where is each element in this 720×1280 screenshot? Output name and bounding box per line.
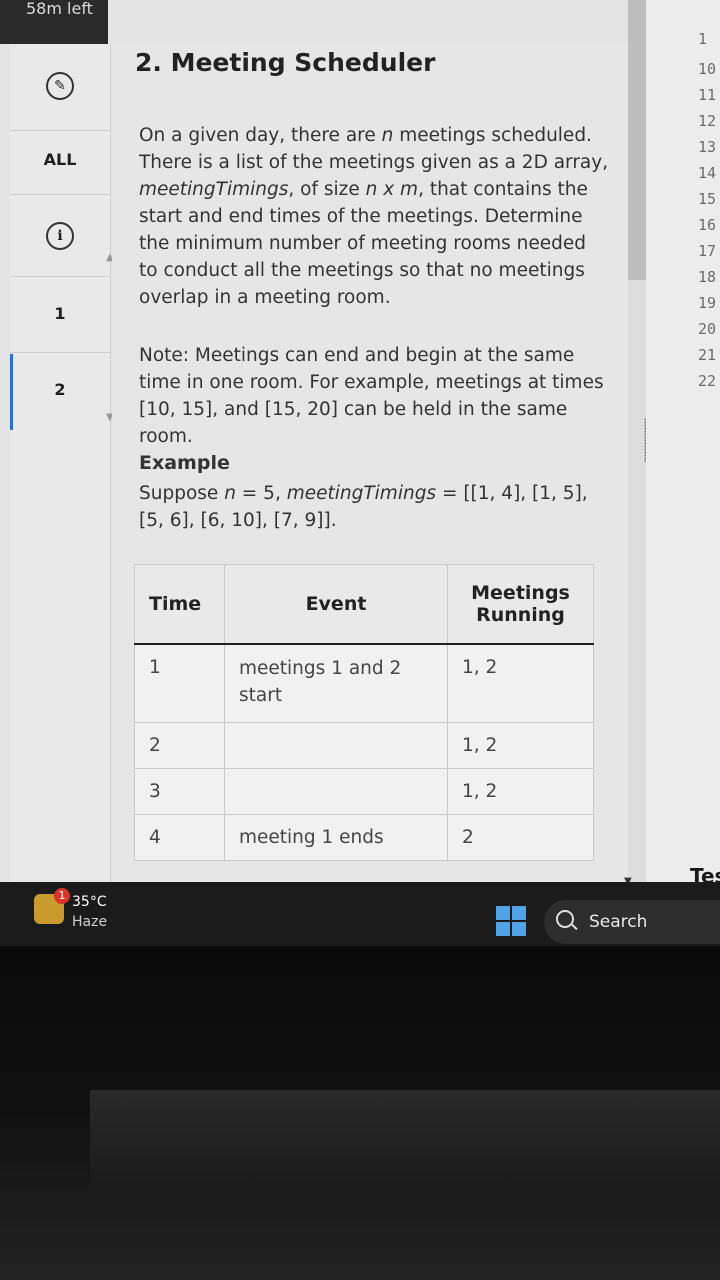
search-label: Search — [589, 912, 648, 932]
problem-description: On a given day, there are n meetings sch… — [139, 125, 609, 308]
timer: 58m left — [0, 0, 108, 44]
line-number: 22 — [698, 372, 717, 390]
line-number: 13 — [698, 138, 717, 156]
line-number: 18 — [698, 268, 717, 286]
test-tab[interactable]: Tes — [690, 864, 720, 882]
line-number: 11 — [698, 86, 717, 104]
column-header-running: Meetings Running — [447, 564, 594, 645]
sidebar-item-1[interactable]: 1 — [10, 304, 110, 323]
question-sidebar: ✎ ALL i ▲ 1 2 ▼ — [10, 44, 114, 882]
weather-condition: Haze — [72, 914, 108, 930]
edit-icon: ✎ — [46, 72, 74, 100]
sidebar-item-all[interactable]: ALL — [10, 150, 110, 169]
search-icon — [556, 910, 574, 928]
info-icon: i — [46, 222, 74, 250]
cell-time: 1 — [134, 643, 225, 723]
divider — [10, 352, 110, 353]
example-title: Example — [139, 452, 230, 474]
line-number: 10 — [698, 60, 717, 78]
problem-panel: 2. Meeting Scheduler On a given day, the… — [112, 44, 628, 882]
table-header-row: Time Event Meetings Running — [134, 564, 594, 645]
keyboard-edge — [90, 1090, 720, 1190]
example-text: Suppose n = 5, meetingTimings = [[1, 4],… — [139, 483, 588, 531]
column-header-time: Time — [134, 564, 225, 645]
windows-start-icon[interactable] — [496, 906, 526, 936]
cell-running: 1, 2 — [447, 767, 594, 815]
temperature: 35°C — [72, 894, 107, 910]
line-number: 15 — [698, 190, 717, 208]
scrollbar-thumb[interactable] — [628, 0, 646, 280]
weather-badge: 1 — [54, 888, 70, 904]
table-row: 2 1, 2 — [134, 721, 594, 769]
line-number: 21 — [698, 346, 717, 364]
divider — [10, 194, 110, 195]
cell-running: 1, 2 — [447, 643, 594, 723]
line-number: 20 — [698, 320, 717, 338]
table-row: 1 meetings 1 and 2 start 1, 2 — [134, 643, 594, 723]
info-button[interactable]: i — [10, 222, 110, 250]
cell-time: 3 — [134, 767, 225, 815]
cell-running: 1, 2 — [447, 721, 594, 769]
cell-event — [224, 767, 448, 815]
line-number: 12 — [698, 112, 717, 130]
cell-time: 2 — [134, 721, 225, 769]
cell-running: 2 — [447, 813, 594, 861]
cell-event — [224, 721, 448, 769]
code-editor-gutter: 1 10 11 12 13 14 15 16 17 18 19 20 21 22 — [646, 0, 720, 882]
screen: 58m left ✎ ALL i ▲ 1 2 ▼ 2. Meeting Sche… — [0, 0, 720, 882]
line-number: 17 — [698, 242, 717, 260]
timer-label: 58m left — [26, 0, 93, 18]
edit-button[interactable]: ✎ — [10, 72, 110, 100]
line-number: 16 — [698, 216, 717, 234]
line-number: 19 — [698, 294, 717, 312]
divider — [10, 130, 110, 131]
column-header-event: Event — [224, 564, 448, 645]
problem-note: Note: Meetings can end and begin at the … — [139, 345, 604, 447]
sidebar-item-2[interactable]: 2 — [10, 380, 110, 399]
problem-title: 2. Meeting Scheduler — [135, 48, 436, 77]
cell-event: meetings 1 and 2 start — [224, 643, 448, 723]
line-number: 14 — [698, 164, 717, 182]
cell-time: 4 — [134, 813, 225, 861]
table-row: 4 meeting 1 ends 2 — [134, 813, 594, 861]
divider — [10, 276, 110, 277]
cell-event: meeting 1 ends — [224, 813, 448, 861]
schedule-table: Time Event Meetings Running 1 meetings 1… — [134, 564, 594, 861]
line-number: 1 — [698, 30, 708, 48]
table-row: 3 1, 2 — [134, 767, 594, 815]
